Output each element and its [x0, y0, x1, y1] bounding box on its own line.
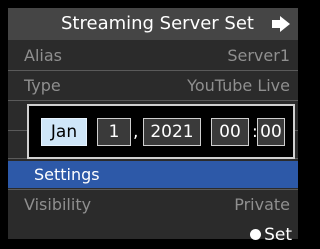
day-field[interactable]: 1 [97, 118, 131, 146]
month-field[interactable]: Jan [41, 118, 87, 146]
arrow-right-icon[interactable] [270, 8, 292, 40]
settings-label: Settings [34, 165, 100, 184]
menu-row-visibility[interactable]: Visibility Private [8, 191, 298, 218]
type-label: Type [24, 76, 61, 95]
streaming-server-set-screen: Streaming Server Set Alias Server1 Type … [0, 0, 305, 249]
menu-row-type[interactable]: Type YouTube Live [8, 72, 298, 99]
circle-icon [250, 229, 262, 240]
row-divider [8, 100, 298, 101]
row-divider [8, 70, 298, 71]
date-comma: , [133, 122, 139, 142]
type-value: YouTube Live [187, 76, 290, 95]
visibility-value: Private [234, 195, 290, 214]
set-label: Set [264, 225, 292, 245]
hour-field[interactable]: 00 [211, 118, 249, 146]
minute-field[interactable]: 00 [257, 118, 285, 146]
date-time-dialog: Jan 1 , 2021 00 : 00 [27, 104, 295, 159]
set-button[interactable]: Set [250, 222, 292, 249]
visibility-label: Visibility [24, 195, 92, 214]
menu-row-settings[interactable]: Settings [8, 161, 298, 188]
alias-label: Alias [24, 46, 62, 65]
header-bar: Streaming Server Set [8, 8, 298, 40]
alias-value: Server1 [227, 46, 290, 65]
year-field[interactable]: 2021 [143, 118, 201, 146]
menu-row-alias[interactable]: Alias Server1 [8, 42, 298, 69]
row-divider [8, 189, 298, 190]
footer-bar: Set [8, 222, 298, 249]
page-title: Streaming Server Set [61, 13, 254, 34]
